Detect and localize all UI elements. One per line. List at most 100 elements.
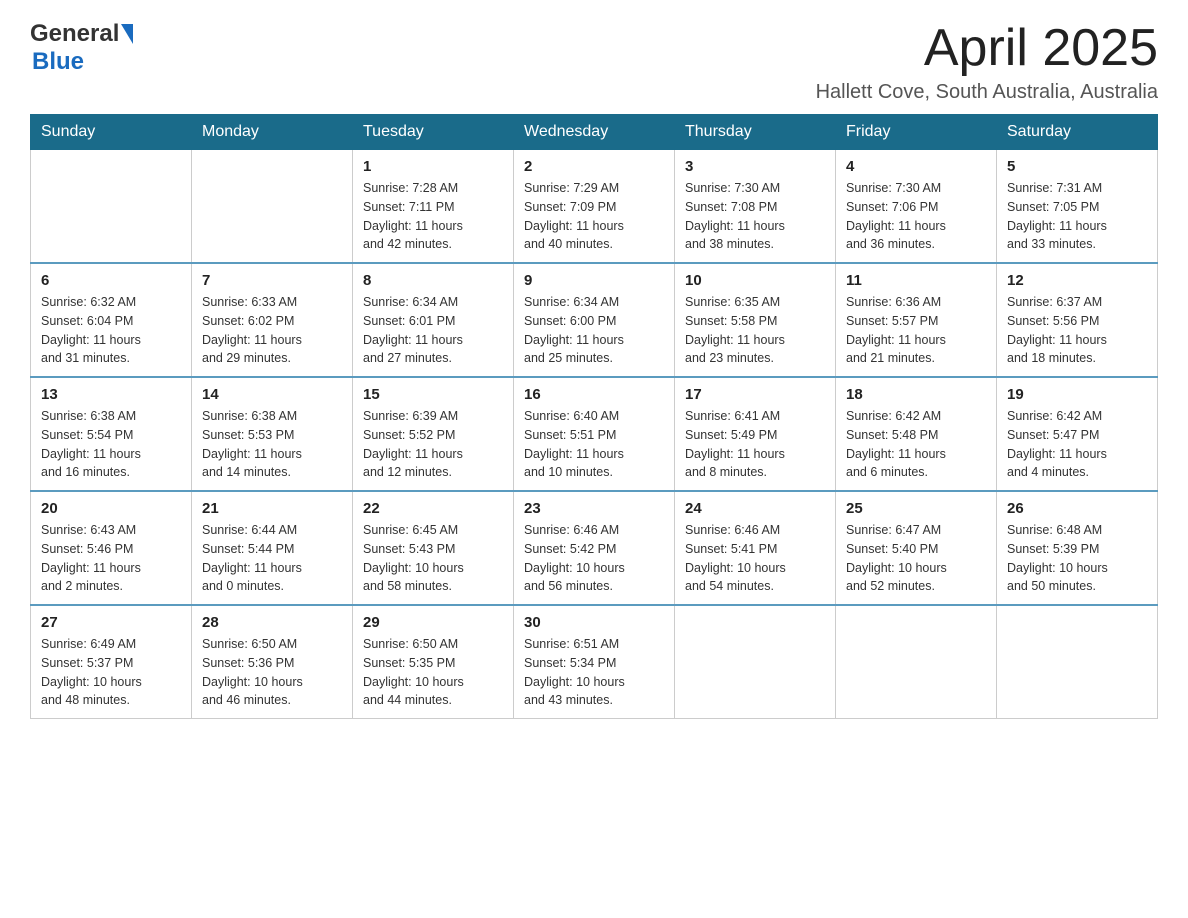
day-header-thursday: Thursday [675,115,836,150]
calendar-cell: 4 Sunrise: 7:30 AM Sunset: 7:06 PM Daylig… [836,150,997,264]
calendar-cell: 8 Sunrise: 6:34 AM Sunset: 6:01 PM Daylig… [353,263,514,377]
day-info: Sunrise: 6:51 AM Sunset: 5:34 PM Dayligh… [524,635,664,710]
day-number: 8 [363,272,503,289]
calendar-cell: 28 Sunrise: 6:50 AM Sunset: 5:36 PM Dayli… [192,605,353,719]
calendar-cell: 6 Sunrise: 6:32 AM Sunset: 6:04 PM Daylig… [31,263,192,377]
calendar-cell: 26Sunrise: 6:48 AM Sunset: 5:39 PM Dayli… [997,491,1158,605]
calendar-cell: 18 Sunrise: 6:42 AM Sunset: 5:48 PM Dayli… [836,377,997,491]
day-number: 7 [202,272,342,289]
calendar-cell [675,605,836,719]
calendar-cell: 20Sunrise: 6:43 AM Sunset: 5:46 PM Dayli… [31,491,192,605]
day-info: Sunrise: 6:42 AM Sunset: 5:47 PM Dayligh… [1007,407,1147,482]
calendar-week-row: 27 Sunrise: 6:49 AM Sunset: 5:37 PM Dayli… [31,605,1158,719]
calendar-week-row: 6 Sunrise: 6:32 AM Sunset: 6:04 PM Daylig… [31,263,1158,377]
day-number: 28 [202,614,342,631]
calendar-cell [836,605,997,719]
logo: General Blue [30,20,133,76]
calendar-cell: 21 Sunrise: 6:44 AM Sunset: 5:44 PM Dayli… [192,491,353,605]
calendar-cell: 2 Sunrise: 7:29 AM Sunset: 7:09 PM Daylig… [514,150,675,264]
day-info: Sunrise: 6:34 AM Sunset: 6:00 PM Dayligh… [524,293,664,368]
day-number: 26 [1007,500,1147,517]
day-number: 15 [363,386,503,403]
calendar-cell: 11 Sunrise: 6:36 AM Sunset: 5:57 PM Dayli… [836,263,997,377]
day-info: Sunrise: 7:30 AM Sunset: 7:08 PM Dayligh… [685,179,825,254]
day-number: 11 [846,272,986,289]
calendar-cell: 15Sunrise: 6:39 AM Sunset: 5:52 PM Dayli… [353,377,514,491]
day-info: Sunrise: 6:35 AM Sunset: 5:58 PM Dayligh… [685,293,825,368]
day-number: 13 [41,386,181,403]
day-number: 16 [524,386,664,403]
day-info: Sunrise: 6:36 AM Sunset: 5:57 PM Dayligh… [846,293,986,368]
day-number: 30 [524,614,664,631]
day-info: Sunrise: 7:30 AM Sunset: 7:06 PM Dayligh… [846,179,986,254]
day-number: 24 [685,500,825,517]
day-header-saturday: Saturday [997,115,1158,150]
day-number: 6 [41,272,181,289]
calendar-cell: 10 Sunrise: 6:35 AM Sunset: 5:58 PM Dayli… [675,263,836,377]
day-info: Sunrise: 6:38 AM Sunset: 5:54 PM Dayligh… [41,407,181,482]
day-number: 10 [685,272,825,289]
calendar-cell: 30 Sunrise: 6:51 AM Sunset: 5:34 PM Dayli… [514,605,675,719]
calendar-cell: 13 Sunrise: 6:38 AM Sunset: 5:54 PM Dayli… [31,377,192,491]
location-subtitle: Hallett Cove, South Australia, Australia [816,81,1158,104]
day-number: 12 [1007,272,1147,289]
title-section: April 2025 Hallett Cove, South Australia… [816,20,1158,104]
day-number: 22 [363,500,503,517]
day-info: Sunrise: 6:38 AM Sunset: 5:53 PM Dayligh… [202,407,342,482]
day-number: 14 [202,386,342,403]
day-header-wednesday: Wednesday [514,115,675,150]
day-number: 5 [1007,158,1147,175]
day-number: 29 [363,614,503,631]
day-info: Sunrise: 6:50 AM Sunset: 5:35 PM Dayligh… [363,635,503,710]
day-number: 21 [202,500,342,517]
calendar-cell: 12 Sunrise: 6:37 AM Sunset: 5:56 PM Dayli… [997,263,1158,377]
day-number: 27 [41,614,181,631]
calendar-cell: 29 Sunrise: 6:50 AM Sunset: 5:35 PM Dayli… [353,605,514,719]
calendar-table: SundayMondayTuesdayWednesdayThursdayFrid… [30,114,1158,719]
calendar-cell: 25Sunrise: 6:47 AM Sunset: 5:40 PM Dayli… [836,491,997,605]
calendar-cell [997,605,1158,719]
day-number: 3 [685,158,825,175]
day-info: Sunrise: 6:46 AM Sunset: 5:42 PM Dayligh… [524,521,664,596]
calendar-cell: 23 Sunrise: 6:46 AM Sunset: 5:42 PM Dayli… [514,491,675,605]
day-info: Sunrise: 6:46 AM Sunset: 5:41 PM Dayligh… [685,521,825,596]
calendar-header-row: SundayMondayTuesdayWednesdayThursdayFrid… [31,115,1158,150]
calendar-cell: 5 Sunrise: 7:31 AM Sunset: 7:05 PM Daylig… [997,150,1158,264]
logo-triangle-icon [121,24,133,44]
logo-general-text: General [30,20,119,48]
calendar-cell [31,150,192,264]
day-info: Sunrise: 7:29 AM Sunset: 7:09 PM Dayligh… [524,179,664,254]
calendar-cell: 1Sunrise: 7:28 AM Sunset: 7:11 PM Daylig… [353,150,514,264]
day-info: Sunrise: 6:45 AM Sunset: 5:43 PM Dayligh… [363,521,503,596]
day-info: Sunrise: 6:34 AM Sunset: 6:01 PM Dayligh… [363,293,503,368]
day-number: 23 [524,500,664,517]
day-info: Sunrise: 6:32 AM Sunset: 6:04 PM Dayligh… [41,293,181,368]
calendar-cell: 27 Sunrise: 6:49 AM Sunset: 5:37 PM Dayli… [31,605,192,719]
day-info: Sunrise: 6:44 AM Sunset: 5:44 PM Dayligh… [202,521,342,596]
day-info: Sunrise: 6:42 AM Sunset: 5:48 PM Dayligh… [846,407,986,482]
day-number: 9 [524,272,664,289]
day-info: Sunrise: 6:50 AM Sunset: 5:36 PM Dayligh… [202,635,342,710]
day-number: 17 [685,386,825,403]
day-info: Sunrise: 6:40 AM Sunset: 5:51 PM Dayligh… [524,407,664,482]
day-info: Sunrise: 6:49 AM Sunset: 5:37 PM Dayligh… [41,635,181,710]
calendar-cell [192,150,353,264]
day-info: Sunrise: 7:31 AM Sunset: 7:05 PM Dayligh… [1007,179,1147,254]
calendar-cell: 9 Sunrise: 6:34 AM Sunset: 6:00 PM Daylig… [514,263,675,377]
calendar-cell: 16 Sunrise: 6:40 AM Sunset: 5:51 PM Dayli… [514,377,675,491]
day-number: 18 [846,386,986,403]
calendar-cell: 7Sunrise: 6:33 AM Sunset: 6:02 PM Daylig… [192,263,353,377]
day-header-friday: Friday [836,115,997,150]
day-number: 4 [846,158,986,175]
day-number: 20 [41,500,181,517]
calendar-cell: 22 Sunrise: 6:45 AM Sunset: 5:43 PM Dayli… [353,491,514,605]
day-number: 1 [363,158,503,175]
day-number: 2 [524,158,664,175]
day-number: 19 [1007,386,1147,403]
calendar-cell: 14 Sunrise: 6:38 AM Sunset: 5:53 PM Dayli… [192,377,353,491]
day-info: Sunrise: 6:37 AM Sunset: 5:56 PM Dayligh… [1007,293,1147,368]
calendar-cell: 17Sunrise: 6:41 AM Sunset: 5:49 PM Dayli… [675,377,836,491]
calendar-cell: 3 Sunrise: 7:30 AM Sunset: 7:08 PM Daylig… [675,150,836,264]
day-header-tuesday: Tuesday [353,115,514,150]
calendar-week-row: 1Sunrise: 7:28 AM Sunset: 7:11 PM Daylig… [31,150,1158,264]
